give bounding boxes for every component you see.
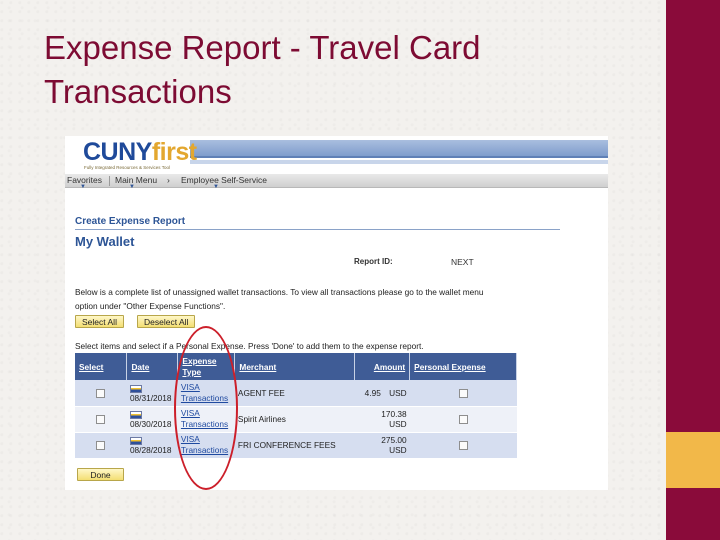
select-checkbox[interactable] [96,441,106,451]
merchant-cell: FRI CONFERENCE FEES [234,432,355,459]
wallet-transactions-table: Select Date Expense Type Merchant Amount… [75,353,517,459]
done-button[interactable]: Done [77,468,124,481]
expense-type-link[interactable]: VISA [181,434,232,445]
slide-title-line2: Transactions [44,73,232,110]
report-id-value: NEXT [451,257,474,267]
nav-main-menu[interactable]: Main Menu [115,175,157,185]
brand-stripe-lower [190,160,608,164]
cunyfirst-logo: CUNYfirst [83,138,197,167]
expense-type-link-line2[interactable]: Transactions [181,393,232,404]
merchant-cell: Spirit Airlines [234,406,355,433]
breadcrumb-arrow-icon: › [167,175,170,185]
visa-card-icon [129,384,142,393]
personal-expense-checkbox[interactable] [458,441,468,451]
select-all-button[interactable]: Select All [75,315,124,328]
slide-title: Expense Report - Travel Card Transaction… [44,26,644,114]
favorites-caret-icon[interactable]: ▼ [80,184,86,190]
expense-type-link-line2[interactable]: Transactions [181,419,232,430]
amount-value: 170.38 [381,409,407,419]
header-merchant[interactable]: Merchant [234,353,356,380]
expense-type-link[interactable]: VISA [181,408,232,419]
personal-expense-checkbox[interactable] [458,388,468,398]
table-row: 08/28/2018 VISA Transactions FRI CONFEREN… [75,432,517,459]
amount-value: 4.95 [364,387,381,398]
slide-title-line1: Expense Report - Travel Card [44,29,481,66]
table-header-row: Select Date Expense Type Merchant Amount… [75,353,517,380]
select-checkbox[interactable] [96,388,106,398]
expense-type-link[interactable]: VISA [181,382,232,393]
header-select[interactable]: Select [75,353,128,380]
brand-header: CUNYfirst Fully Integrated Resources & S… [65,136,608,174]
table-row: 08/30/2018 VISA Transactions Spirit Airli… [75,406,517,433]
transaction-date: 08/28/2018 [129,445,172,455]
logo-cuny: CUNY [83,138,152,166]
heading-divider [75,229,560,230]
self-service-caret-icon[interactable]: ▼ [213,184,219,190]
report-id-label: Report ID: [354,257,393,266]
expense-type-link-line2[interactable]: Transactions [181,445,232,456]
currency-code: USD [389,419,407,429]
main-menu-caret-icon[interactable]: ▼ [129,184,135,190]
transaction-date: 08/31/2018 [129,392,172,403]
nav-separator [109,176,110,186]
logo-tagline: Fully Integrated Resources & Services To… [84,165,170,170]
page-title: My Wallet [75,234,135,249]
transaction-date: 08/30/2018 [129,419,172,429]
amount-value: 275.00 [381,435,407,445]
merchant-cell: AGENT FEE [234,380,355,407]
info-text: Below is a complete list of unassigned w… [75,287,484,311]
personal-expense-checkbox[interactable] [458,415,468,425]
logo-first: first [151,138,197,166]
table-row: 08/31/2018 VISA Transactions AGENT FEE 4.… [75,380,517,407]
brand-stripe [190,140,608,158]
page-heading: Create Expense Report [75,216,186,227]
header-personal-expense[interactable]: Personal Expense [409,353,517,380]
deselect-all-button[interactable]: Deselect All [137,315,196,328]
nav-bar: Favorites ▼ Main Menu ▼ › Employee Self-… [65,174,608,190]
visa-card-icon [129,436,142,445]
currency-code: USD [389,387,407,398]
header-expense-type[interactable]: Expense Type [177,353,236,380]
screenshot-frame: CUNYfirst Fully Integrated Resources & S… [65,136,608,490]
visa-card-icon [129,410,142,419]
slide-side-accent [666,432,720,488]
currency-code: USD [389,445,407,455]
select-instructions: Select items and select if a Personal Ex… [75,341,424,351]
nav-employee-self-service[interactable]: Employee Self-Service [181,175,267,185]
header-date[interactable]: Date [126,353,179,380]
select-checkbox[interactable] [96,415,106,425]
header-amount[interactable]: Amount [354,353,411,380]
